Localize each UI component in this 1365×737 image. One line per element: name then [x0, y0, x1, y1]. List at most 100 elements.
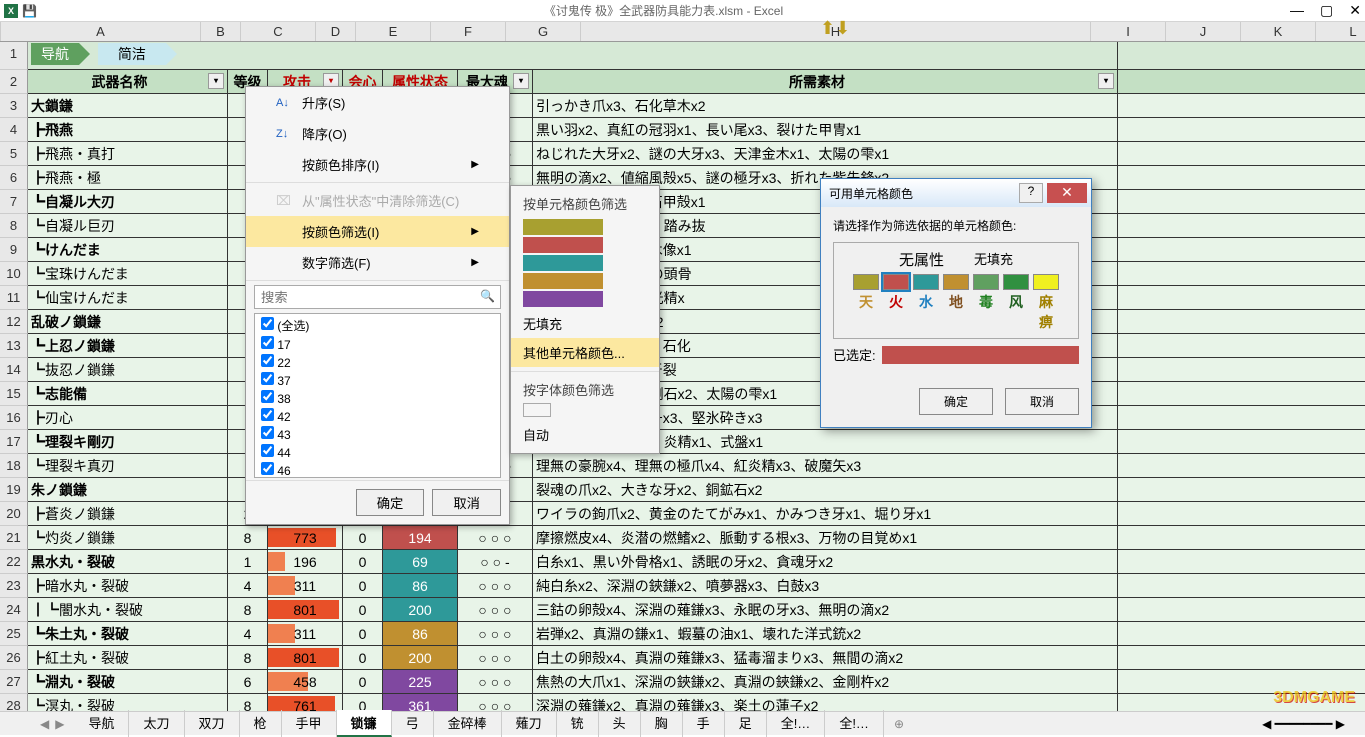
weapon-name[interactable]: ┗理裂キ真刃	[28, 454, 228, 477]
crit-cell[interactable]: 0	[343, 550, 383, 573]
materials-cell[interactable]: 理無の豪腕x4、理無の極爪x4、紅炎精x3、破魔矢x3	[533, 454, 1118, 477]
crit-cell[interactable]: 0	[343, 622, 383, 645]
table-row[interactable]: ┗自凝ル巨刃x1、自凝の真角x3、踏み抜	[28, 214, 1365, 238]
sheet-tab[interactable]: 锁镰	[337, 710, 392, 737]
dialog-swatch[interactable]	[883, 274, 909, 290]
filter-dropdown-maxsoul[interactable]: ▾	[513, 73, 529, 89]
sheet-tab[interactable]: 导航	[74, 710, 129, 737]
weapon-name[interactable]: ┗仙宝けんだま	[28, 286, 228, 309]
level-cell[interactable]: 6	[228, 670, 268, 693]
row-header[interactable]: 19	[0, 478, 28, 502]
weapon-name[interactable]: 大鎖鎌	[28, 94, 228, 117]
table-row[interactable]: ┗けんだま札x1、いかめしい木像x1	[28, 238, 1365, 262]
col-header-F[interactable]: F	[431, 22, 506, 41]
row-header[interactable]: 12	[0, 310, 28, 334]
filter-search[interactable]: 🔍	[254, 285, 501, 309]
sheet-tab[interactable]: 全!…	[767, 710, 826, 737]
row-header[interactable]: 9	[0, 238, 28, 262]
materials-cell[interactable]: 純白糸x2、深淵の鋏鎌x2、噴夢器x3、白鼓x3	[533, 574, 1118, 597]
number-filter[interactable]: 数字筛选(F)▶	[246, 247, 509, 278]
row-header[interactable]: 15	[0, 382, 28, 406]
level-cell[interactable]: 1	[228, 550, 268, 573]
table-row[interactable]: ┗抜忍ノ鎖鎌、希少金属x1、百牙裂	[28, 358, 1365, 382]
weapon-name[interactable]: ┃┗闇水丸・裂破	[28, 598, 228, 621]
tab-nav[interactable]: ◀▶	[30, 717, 74, 731]
table-row[interactable]: ┗淵丸・裂破64580225○ ○ ○焦熱の大爪x1、深淵の鋏鎌x2、真淵の鋏鎌…	[28, 670, 1365, 694]
col-header-K[interactable]: K	[1241, 22, 1316, 41]
col-header-J[interactable]: J	[1166, 22, 1241, 41]
soul-cell[interactable]: ○ ○ ○	[458, 526, 533, 549]
sheet-tab[interactable]: 头	[599, 710, 641, 737]
sheet-tab[interactable]: 足	[725, 710, 767, 737]
materials-cell[interactable]: 白土の卵殻x4、真淵の薙鎌x3、猛毒溜まりx3、無間の滴x2	[533, 646, 1118, 669]
table-row[interactable]: ┣飛燕・極○ ○ ○無明の滴x2、値縮風殻x5、謎の極牙x3、折れた紫先鋒x2	[28, 166, 1365, 190]
dialog-swatch[interactable]	[853, 274, 879, 290]
weapon-name[interactable]: ┣蒼炎ノ鎖鎌	[28, 502, 228, 525]
col-header-E[interactable]: E	[356, 22, 431, 41]
sheet-tab[interactable]: 太刀	[129, 710, 184, 737]
weapon-name[interactable]: ┣飛燕・極	[28, 166, 228, 189]
sheet-tab[interactable]: 金碎棒	[434, 710, 502, 737]
autofilter-menu[interactable]: A↓升序(S) Z↓降序(O) 按颜色排序(I)▶ ⌧从"属性状态"中清除筛选(…	[245, 86, 510, 525]
soul-cell[interactable]: ○ ○ ○	[458, 598, 533, 621]
dialog-swatch[interactable]	[913, 274, 939, 290]
materials-cell[interactable]: ワイラの鉤爪x2、黄金のたてがみx1、かみつき牙x1、堀り牙x1	[533, 502, 1118, 525]
row-header[interactable]: 11	[0, 286, 28, 310]
row-header[interactable]: 16	[0, 406, 28, 430]
sort-asc[interactable]: A↓升序(S)	[246, 87, 509, 118]
weapon-name[interactable]: ┣飛燕・真打	[28, 142, 228, 165]
row-header[interactable]: 24	[0, 598, 28, 622]
row-header[interactable]: 10	[0, 262, 28, 286]
soul-cell[interactable]: ○ ○ -	[458, 550, 533, 573]
minimize-button[interactable]: —	[1290, 2, 1304, 19]
table-row[interactable]: ┃┗闇水丸・裂破88010200○ ○ ○三鈷の卵殻x4、深淵の薙鎌x3、永眠の…	[28, 598, 1365, 622]
attr-cell[interactable]: 69	[383, 550, 458, 573]
table-row[interactable]: ┗朱土丸・裂破4311086○ ○ ○岩弾x2、真淵の鎌x1、蝦蟇の油x1、壊れ…	[28, 622, 1365, 646]
sort-by-color[interactable]: 按颜色排序(I)▶	[246, 149, 509, 180]
crit-cell[interactable]: 0	[343, 574, 383, 597]
sheet-tab[interactable]: 胸	[641, 710, 683, 737]
table-row[interactable]: ┗宝珠けんだまx1、回山x1、黄金の頭骨	[28, 262, 1365, 286]
materials-cell[interactable]: 引っかき爪x3、石化草木x2	[533, 94, 1118, 117]
weapon-name[interactable]: ┗理裂キ剛刃	[28, 430, 228, 453]
sheet-tab[interactable]: 铳	[557, 710, 599, 737]
color-swatch[interactable]	[523, 273, 603, 289]
sheet-tab[interactable]: 手甲	[282, 710, 337, 737]
row-header[interactable]: 18	[0, 454, 28, 478]
table-row[interactable]: 大鎖鎌○ - -引っかき爪x3、石化草木x2	[28, 94, 1365, 118]
filter-search-input[interactable]	[254, 285, 501, 309]
color-swatch[interactable]	[523, 219, 603, 235]
weapon-name[interactable]: 朱ノ鎖鎌	[28, 478, 228, 501]
table-row[interactable]: ┣飛燕・真打○ ○ ○ねじれた大牙x2、謎の大牙x3、天津金木x1、太陽の雫x1	[28, 142, 1365, 166]
attr-cell[interactable]: 200	[383, 598, 458, 621]
level-cell[interactable]: 4	[228, 622, 268, 645]
attr-cell[interactable]: 200	[383, 646, 458, 669]
weapon-name[interactable]: ┗淵丸・裂破	[28, 670, 228, 693]
level-cell[interactable]: 8	[228, 646, 268, 669]
attack-cell[interactable]: 458	[268, 670, 343, 693]
attack-cell[interactable]: 311	[268, 574, 343, 597]
color-swatch[interactable]	[523, 291, 603, 307]
materials-cell[interactable]: 黒い羽x2、真紅の冠羽x1、長い尾x3、裂けた甲冑x1	[533, 118, 1118, 141]
row-header[interactable]: 14	[0, 358, 28, 382]
check-item[interactable]: 44	[257, 443, 498, 461]
row-header[interactable]: 22	[0, 550, 28, 574]
row-header[interactable]: 7	[0, 190, 28, 214]
row-header[interactable]: 23	[0, 574, 28, 598]
col-header-L[interactable]: L	[1316, 22, 1365, 41]
attack-cell[interactable]: 801	[268, 598, 343, 621]
sheet-tab[interactable]: 全!…	[825, 710, 884, 737]
dialog-ok-button[interactable]: 确定	[919, 388, 993, 415]
soul-cell[interactable]: ○ ○ ○	[458, 670, 533, 693]
materials-cell[interactable]: 岩弾x2、真淵の鎌x1、蝦蟇の油x1、壊れた洋式銃x2	[533, 622, 1118, 645]
attack-cell[interactable]: 311	[268, 622, 343, 645]
maximize-button[interactable]: ▢	[1320, 2, 1333, 19]
table-row[interactable]: ┗志能備x1、幻獣尾x3、金剛石x2、太陽の雫x1	[28, 382, 1365, 406]
check-all[interactable]: (全选)	[257, 316, 498, 335]
row-header[interactable]: 25	[0, 622, 28, 646]
weapon-name[interactable]: ┣紅土丸・裂破	[28, 646, 228, 669]
attr-cell[interactable]: 225	[383, 670, 458, 693]
col-header-B[interactable]: B	[201, 22, 241, 41]
dialog-help-button[interactable]: ?	[1019, 183, 1043, 203]
soul-cell[interactable]: ○ ○ ○	[458, 574, 533, 597]
